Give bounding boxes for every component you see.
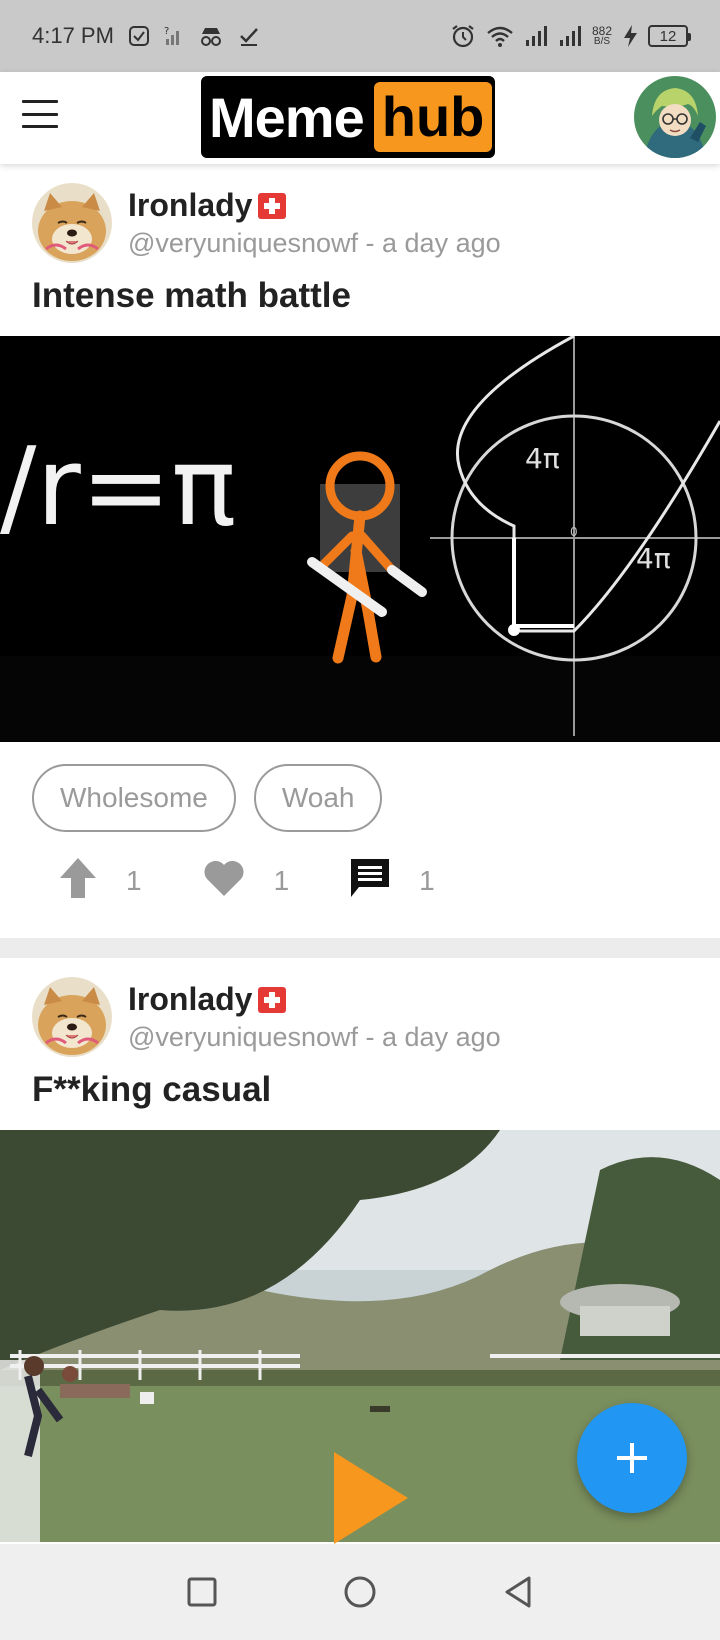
recents-icon[interactable] <box>187 1577 217 1607</box>
plus-icon <box>617 1443 647 1473</box>
equation-text: /r=π <box>0 425 236 550</box>
post-meta: Ironlady @veryuniquesnowf - a day ago <box>128 981 501 1053</box>
battery-level: 12 <box>659 27 677 45</box>
post-title: F**king casual <box>32 1070 272 1109</box>
upvote-button[interactable]: 1 <box>58 856 142 905</box>
logo-hub-text: hub <box>373 82 493 152</box>
no-signal-icon: ? <box>164 25 184 47</box>
checkmark-icon <box>238 25 260 47</box>
tag-chip[interactable]: Woah <box>253 764 383 832</box>
alarm-icon <box>450 23 476 49</box>
upvote-count: 1 <box>126 864 142 896</box>
wifi-icon <box>486 24 514 48</box>
menu-icon[interactable] <box>22 100 58 128</box>
svg-text:?: ? <box>164 26 169 37</box>
post-card[interactable]: Ironlady @veryuniquesnowf - a day ago In… <box>0 164 720 938</box>
author-row: Ironlady <box>128 187 501 224</box>
post-actions: 1 1 1 <box>58 856 495 905</box>
signal-icon <box>524 25 548 47</box>
app-screen: 4:17 PM ? 882 B/S 12 Meme hub Ironlady @… <box>0 0 720 1640</box>
home-icon[interactable] <box>343 1575 377 1609</box>
status-left: 4:17 PM ? <box>32 23 260 49</box>
play-icon[interactable] <box>332 1452 408 1544</box>
comment-icon <box>349 857 391 904</box>
graph-label-top: 4π <box>525 442 560 475</box>
author-avatar[interactable] <box>32 977 112 1057</box>
network-speed-unit: B/S <box>593 36 611 47</box>
app-header: Meme hub <box>0 72 720 164</box>
logo-meme-text: Meme <box>209 85 365 149</box>
swiss-flag-icon <box>258 986 287 1013</box>
battery-icon: 12 <box>648 25 691 47</box>
author-row: Ironlady <box>128 981 501 1018</box>
graph-label-origin: 0 <box>570 525 578 539</box>
checkbox-icon <box>128 25 150 47</box>
system-nav-bar <box>0 1544 720 1640</box>
charging-icon <box>622 24 638 48</box>
post-title: Intense math battle <box>32 276 351 315</box>
author-name[interactable]: Ironlady <box>128 981 252 1018</box>
incognito-icon <box>198 25 224 47</box>
add-post-button[interactable] <box>577 1403 687 1513</box>
post-header: Ironlady @veryuniquesnowf - a day ago <box>32 976 501 1058</box>
like-button[interactable]: 1 <box>202 858 290 903</box>
tag-list: Wholesome Woah <box>32 764 383 832</box>
post-header: Ironlady @veryuniquesnowf - a day ago <box>32 182 501 264</box>
status-bar: 4:17 PM ? 882 B/S 12 <box>0 0 720 72</box>
tag-chip[interactable]: Wholesome <box>32 764 236 832</box>
post-meta: Ironlady @veryuniquesnowf - a day ago <box>128 187 501 259</box>
comment-count: 1 <box>419 864 435 896</box>
like-count: 1 <box>273 864 290 896</box>
comment-button[interactable]: 1 <box>349 857 435 904</box>
heart-icon <box>202 858 246 903</box>
swiss-flag-icon <box>258 192 287 219</box>
app-logo: Meme hub <box>201 76 495 158</box>
network-speed: 882 B/S <box>592 25 612 47</box>
upvote-icon <box>58 856 98 905</box>
post-subline: @veryuniquesnowf - a day ago <box>128 1022 501 1052</box>
author-name[interactable]: Ironlady <box>128 187 252 224</box>
post-subline: @veryuniquesnowf - a day ago <box>128 228 501 258</box>
post-media[interactable]: /r=π 4π 4π 0 <box>0 336 720 742</box>
profile-avatar[interactable] <box>634 76 716 158</box>
author-avatar[interactable] <box>32 183 112 263</box>
clock: 4:17 PM <box>32 23 114 48</box>
status-right: 882 B/S 12 <box>450 23 691 49</box>
graph-label-right: 4π <box>636 542 671 575</box>
signal-icon <box>558 25 582 47</box>
back-icon[interactable] <box>503 1575 533 1609</box>
